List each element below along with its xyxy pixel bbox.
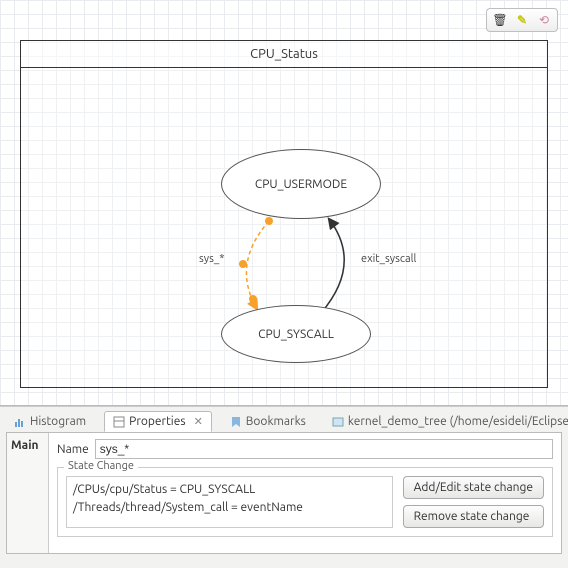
diagram-canvas[interactable]: 🗑 ✎ ⟲ CPU_Status CPU_USERMODE <box>0 0 568 406</box>
list-item[interactable]: /CPUs/cpu/Status = CPU_SYSCALL <box>73 481 386 499</box>
transition-label-sys[interactable]: sys_* <box>199 253 224 265</box>
name-label: Name <box>57 443 89 456</box>
transition-label-exit[interactable]: exit_syscall <box>361 253 416 265</box>
tab-kernel-demo[interactable]: kernel_demo_tree (/home/esideli/Eclipse-… <box>324 412 568 431</box>
link-icon[interactable]: ⟲ <box>535 11 553 29</box>
tab-label: Properties <box>129 415 185 428</box>
properties-panel: Histogram Properties ✕ Bookmarks kernel_… <box>0 406 568 568</box>
file-icon <box>332 416 344 428</box>
state-change-fieldset: State Change /CPUs/cpu/Status = CPU_SYSC… <box>57 467 553 537</box>
tab-bookmarks[interactable]: Bookmarks <box>222 412 314 431</box>
list-item[interactable]: /Threads/thread/System_call = eventName <box>73 499 386 517</box>
state-cpu-usermode[interactable]: CPU_USERMODE <box>221 149 381 219</box>
container-title: CPU_Status <box>21 41 547 68</box>
state-label: CPU_USERMODE <box>255 178 347 191</box>
tab-properties[interactable]: Properties ✕ <box>104 411 212 432</box>
tab-label: Bookmarks <box>246 415 306 428</box>
state-cpu-syscall[interactable]: CPU_SYSCALL <box>221 305 371 363</box>
panel-body: Main Name State Change /CPUs/cpu/Status … <box>6 432 562 554</box>
state-label: CPU_SYSCALL <box>258 328 334 341</box>
remove-button[interactable]: Remove state change <box>403 505 544 528</box>
name-input[interactable] <box>95 439 553 459</box>
tab-histogram[interactable]: Histogram <box>6 412 94 431</box>
state-change-list[interactable]: /CPUs/cpu/Status = CPU_SYSCALL /Threads/… <box>66 476 393 528</box>
close-icon[interactable]: ✕ <box>194 415 203 428</box>
add-edit-button[interactable]: Add/Edit state change <box>403 476 544 499</box>
state-machine-container[interactable]: CPU_Status CPU_USERMODE CPU_SYSCALL <box>20 40 548 388</box>
side-tab-main[interactable]: Main <box>7 433 49 553</box>
form-area: Name State Change /CPUs/cpu/Status = CPU… <box>49 433 561 553</box>
edit-icon[interactable]: ✎ <box>513 11 531 29</box>
canvas-toolbar: 🗑 ✎ ⟲ <box>486 8 558 32</box>
tab-label: Histogram <box>30 415 86 428</box>
fieldset-legend: State Change <box>64 460 138 472</box>
view-tabs: Histogram Properties ✕ Bookmarks kernel_… <box>0 407 568 432</box>
bookmarks-icon <box>230 416 242 428</box>
histogram-icon <box>14 416 26 428</box>
properties-icon <box>113 416 125 428</box>
delete-icon[interactable]: 🗑 <box>491 11 509 29</box>
tab-label: kernel_demo_tree (/home/esideli/Eclipse-… <box>348 415 568 428</box>
